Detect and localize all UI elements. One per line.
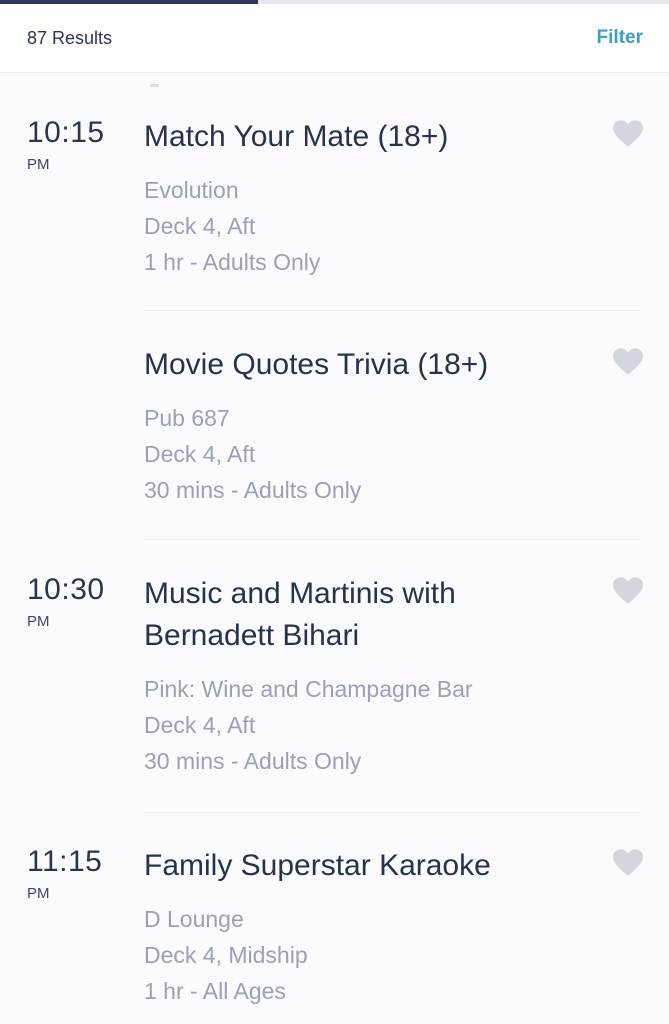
event-meta: Evolution Deck 4, Aft 1 hr - Adults Only	[144, 172, 574, 280]
event-details: Movie Quotes Trivia (18+) Pub 687 Deck 4…	[144, 344, 574, 508]
event-title: Music and Martinis with Bernadett Bihari	[144, 577, 456, 652]
event-deck: Deck 4, Aft	[144, 441, 256, 467]
event-venue: Pink: Wine and Champagne Bar	[144, 676, 473, 702]
event-title: Family Superstar Karaoke	[144, 849, 491, 882]
event-venue: D Lounge	[144, 906, 244, 932]
heart-icon[interactable]	[613, 348, 643, 376]
heart-icon[interactable]	[613, 849, 643, 877]
event-time-value: 11:15	[27, 845, 103, 878]
event-time: 10:30 PM	[27, 573, 105, 630]
divider	[144, 539, 641, 540]
event-duration: 1 hr - All Ages	[144, 978, 286, 1004]
heart-icon[interactable]	[613, 120, 643, 148]
results-header: 87 Results Filter	[0, 4, 669, 73]
event-time-value: 10:15	[27, 116, 105, 149]
event-details: Match Your Mate (18+) Evolution Deck 4, …	[144, 116, 574, 280]
event-item[interactable]: 10:30 PM Music and Martinis with Bernade…	[0, 573, 669, 813]
event-duration: 30 mins - Adults Only	[144, 748, 362, 774]
heart-icon[interactable]	[613, 577, 643, 605]
event-duration: 30 mins - Adults Only	[144, 477, 362, 503]
event-duration: 1 hr - Adults Only	[144, 249, 321, 275]
event-deck: Deck 4, Midship	[144, 942, 308, 968]
event-deck: Deck 4, Aft	[144, 712, 256, 738]
event-time-value: 10:30	[27, 573, 105, 606]
event-time-ampm: PM	[27, 613, 50, 630]
scroll-indicator	[150, 84, 159, 87]
event-deck: Deck 4, Aft	[144, 213, 256, 239]
event-time: 11:15 PM	[27, 845, 102, 902]
event-venue: Pub 687	[144, 405, 230, 431]
event-item[interactable]: 10:15 PM Match Your Mate (18+) Evolution…	[0, 116, 669, 316]
event-meta: Pink: Wine and Champagne Bar Deck 4, Aft…	[144, 671, 574, 779]
event-results-page: 87 Results Filter 10:15 PM Match Your Ma…	[0, 0, 669, 1024]
divider	[144, 812, 641, 813]
filter-button[interactable]: Filter	[597, 27, 643, 49]
divider	[144, 310, 641, 311]
event-meta: Pub 687 Deck 4, Aft 30 mins - Adults Onl…	[144, 400, 574, 508]
event-item[interactable]: 11:15 PM Family Superstar Karaoke D Loun…	[0, 845, 669, 1024]
event-details: Family Superstar Karaoke D Lounge Deck 4…	[144, 845, 574, 1009]
event-meta: D Lounge Deck 4, Midship 1 hr - All Ages	[144, 901, 574, 1009]
event-venue: Evolution	[144, 177, 239, 203]
event-time: 10:15 PM	[27, 116, 105, 173]
event-title: Match Your Mate (18+)	[144, 120, 449, 153]
event-time-ampm: PM	[27, 156, 50, 173]
event-item[interactable]: Movie Quotes Trivia (18+) Pub 687 Deck 4…	[0, 344, 669, 544]
event-details: Music and Martinis with Bernadett Bihari…	[144, 573, 574, 779]
results-count: 87 Results	[27, 28, 113, 48]
event-time-ampm: PM	[27, 885, 50, 902]
event-title: Movie Quotes Trivia (18+)	[144, 348, 489, 381]
